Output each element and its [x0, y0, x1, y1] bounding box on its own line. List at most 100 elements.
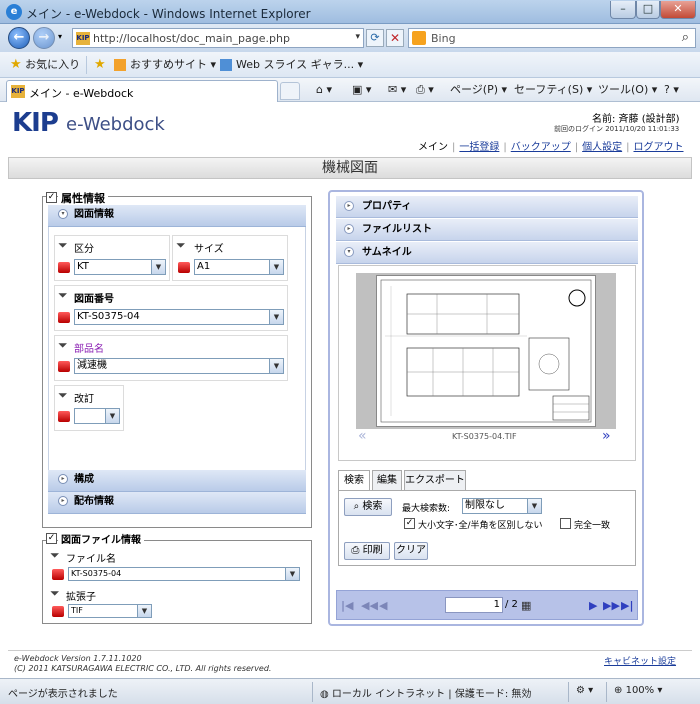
search-button[interactable]: ⌕ 検索: [344, 498, 392, 516]
thumbnail-image[interactable]: [356, 273, 616, 429]
help-icon[interactable]: ? ▾: [664, 82, 679, 98]
new-tab-button[interactable]: [280, 82, 300, 100]
search-input[interactable]: Bing: [431, 32, 456, 45]
page-menu[interactable]: ページ(P) ▾: [450, 82, 507, 98]
safety-menu[interactable]: セーフティ(S) ▾: [514, 82, 592, 98]
kubun-select[interactable]: KT ▼: [74, 259, 166, 275]
section-thumbnail[interactable]: ▾ サムネイル: [336, 242, 638, 264]
feeds-icon[interactable]: ▣ ▾: [352, 82, 371, 98]
tab-title: メイン - e-Webdock: [29, 87, 134, 100]
globe-icon: ◍: [320, 689, 329, 700]
tab-edit[interactable]: 編集: [372, 470, 402, 490]
filter-icon[interactable]: ⏷: [58, 388, 68, 403]
favorites-button[interactable]: ★ お気に入り: [10, 56, 80, 74]
next-thumb-icon[interactable]: »: [602, 428, 611, 444]
fav-item-webslice[interactable]: Web スライス ギャラ... ▾: [220, 56, 363, 74]
print-icon[interactable]: ⎙ ▾: [416, 82, 434, 98]
filter-icon[interactable]: ⏷: [58, 288, 68, 303]
filter-icon[interactable]: ⏷: [50, 548, 60, 563]
clear-field-icon[interactable]: [52, 569, 64, 580]
search-icon[interactable]: ⌕: [682, 30, 689, 45]
part-name-select[interactable]: 減速機 ▼: [74, 358, 284, 374]
exact-match-checkbox[interactable]: [560, 518, 571, 529]
address-dropdown-icon[interactable]: ▾: [355, 32, 360, 42]
favorites-star-icon: ★: [10, 57, 22, 72]
clear-field-icon[interactable]: [52, 606, 64, 617]
next-block-icon[interactable]: ▶▶: [603, 599, 620, 612]
filter-icon[interactable]: ⏷: [176, 238, 186, 253]
search-icon: ⌕: [353, 501, 360, 512]
file-info-checkbox[interactable]: ✓: [46, 533, 57, 544]
revision-select[interactable]: ▼: [74, 408, 120, 424]
first-page-icon[interactable]: |◀: [341, 599, 353, 612]
search-box[interactable]: Bing ⌕: [408, 28, 696, 48]
url-text[interactable]: http://localhost/doc_main_page.php: [93, 32, 290, 45]
expand-icon: ▸: [344, 224, 354, 234]
refresh-button[interactable]: ⟳: [366, 29, 384, 47]
menu-main[interactable]: メイン: [418, 142, 448, 153]
max-results-select[interactable]: 制限なし ▼: [462, 498, 542, 514]
zoom-control[interactable]: ⊕ 100% ▾: [614, 685, 662, 696]
menu-logout[interactable]: ログアウト: [634, 142, 684, 153]
attribute-checkbox[interactable]: ✓: [46, 192, 57, 203]
back-button[interactable]: ←: [8, 27, 30, 49]
user-name: 名前: 斉藤 (設計部): [592, 114, 680, 125]
section-config[interactable]: ▸ 構成: [48, 470, 306, 492]
clear-field-icon[interactable]: [58, 361, 70, 372]
mail-icon[interactable]: ✉ ▾: [388, 82, 406, 98]
section-distribution[interactable]: ▸ 配布情報: [48, 492, 306, 514]
prev-thumb-icon[interactable]: «: [358, 428, 367, 444]
chevron-down-icon: ▼: [269, 359, 283, 373]
clear-field-icon[interactable]: [58, 411, 70, 422]
clear-button[interactable]: クリア: [394, 542, 428, 560]
menu-backup[interactable]: バックアップ: [511, 142, 571, 153]
stop-button[interactable]: ✕: [386, 29, 404, 47]
cabinet-settings-link[interactable]: キャビネット設定: [604, 654, 676, 667]
kip-logo: KIP: [12, 108, 59, 138]
calendar-icon[interactable]: ▦: [521, 599, 531, 612]
protected-mode-icon[interactable]: ⚙ ▾: [576, 685, 593, 696]
case-insensitive-checkbox[interactable]: ✓: [404, 518, 415, 529]
print-button[interactable]: ⎙ 印刷: [344, 542, 390, 560]
size-select[interactable]: A1 ▼: [194, 259, 284, 275]
extension-select[interactable]: TIF ▼: [68, 604, 152, 618]
drawing-no-select[interactable]: KT-S0375-04 ▼: [74, 309, 284, 325]
filter-icon[interactable]: ⏷: [58, 338, 68, 353]
home-icon[interactable]: ⌂ ▾: [316, 82, 332, 98]
chevron-down-icon: ▼: [151, 260, 165, 274]
command-bar: KIP メイン - e-Webdock ⌂ ▾ ▣ ▾ ✉ ▾ ⎙ ▾ ページ(…: [0, 78, 700, 102]
prev-block-icon[interactable]: ◀◀: [361, 599, 378, 612]
page-number-input[interactable]: 1: [445, 597, 503, 613]
close-button[interactable]: ✕: [660, 1, 696, 19]
tab-export[interactable]: エクスポート: [404, 470, 466, 490]
clear-field-icon[interactable]: [58, 262, 70, 273]
tab-main[interactable]: KIP メイン - e-Webdock: [6, 80, 278, 102]
section-properties[interactable]: ▸ プロパティ: [336, 196, 638, 218]
maximize-button[interactable]: □: [636, 1, 660, 19]
fav-item-recommended[interactable]: おすすめサイト ▾: [114, 56, 216, 74]
tab-search[interactable]: 検索: [338, 470, 370, 490]
menu-personal-settings[interactable]: 個人設定: [582, 142, 622, 153]
section-file-list[interactable]: ▸ ファイルリスト: [336, 219, 638, 241]
prev-page-icon[interactable]: ◀: [379, 599, 387, 612]
add-favorite-button[interactable]: ★: [94, 56, 106, 74]
next-page-icon[interactable]: ▶: [589, 599, 597, 612]
clear-field-icon[interactable]: [178, 262, 190, 273]
file-info-title: 図面ファイル情報: [58, 531, 144, 546]
minimize-button[interactable]: –: [610, 1, 636, 19]
forward-button[interactable]: →: [33, 27, 55, 49]
section-drawing-info[interactable]: ▾ 図面情報: [48, 205, 306, 227]
address-bar[interactable]: KIP http://localhost/doc_main_page.php ▾: [72, 28, 364, 48]
last-page-icon[interactable]: ▶|: [621, 599, 633, 612]
filename-select[interactable]: KT-S0375-04 ▼: [68, 567, 300, 581]
menu-batch-register[interactable]: 一括登録: [459, 142, 499, 153]
clear-field-icon[interactable]: [58, 312, 70, 323]
favorites-bar: ★ お気に入り ★ おすすめサイト ▾ Web スライス ギャラ... ▾: [0, 52, 700, 78]
filter-icon[interactable]: ⏷: [50, 586, 60, 601]
security-zone[interactable]: ◍ ローカル イントラネット | 保護モード: 無効: [320, 685, 531, 700]
tab-strip: 検索 編集 エクスポート: [338, 470, 638, 490]
filter-icon[interactable]: ⏷: [58, 238, 68, 253]
history-dropdown-icon[interactable]: ▾: [58, 32, 62, 41]
tools-menu[interactable]: ツール(O) ▾: [598, 82, 657, 98]
attribute-title: 属性情報: [58, 190, 108, 206]
